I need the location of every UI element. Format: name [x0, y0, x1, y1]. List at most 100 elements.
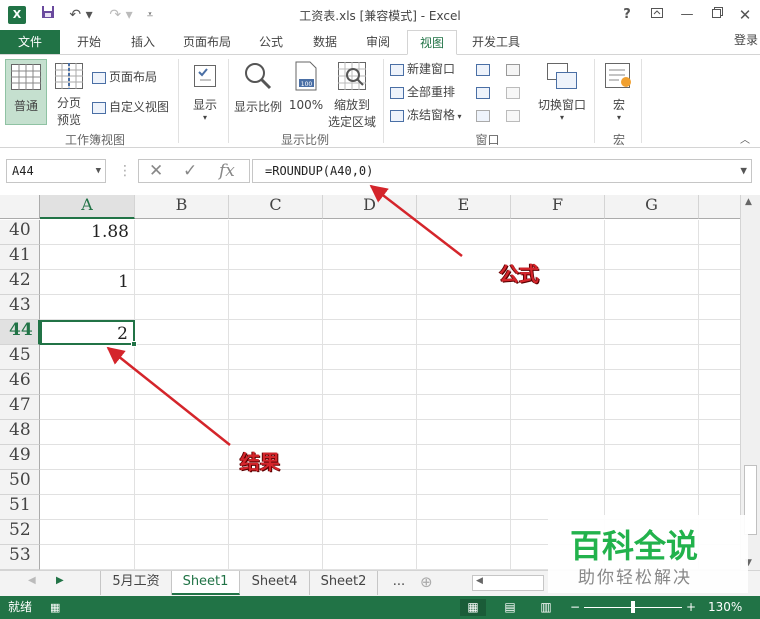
grid-cell[interactable]	[229, 245, 323, 270]
grid-cell[interactable]	[417, 245, 511, 270]
grid-cell[interactable]	[135, 445, 229, 470]
view-side-by-side-button[interactable]	[506, 59, 523, 79]
tab-formulas[interactable]: 公式	[250, 30, 292, 54]
zoom-in-icon[interactable]: +	[686, 599, 696, 616]
grid-cell[interactable]	[135, 220, 229, 245]
grid-cell[interactable]: 1	[40, 270, 135, 295]
sheet-tab-sheet1[interactable]: Sheet1	[172, 571, 240, 595]
name-box[interactable]: A44 ▼	[6, 159, 106, 183]
grid-cell[interactable]	[135, 520, 229, 545]
grid-cell[interactable]	[605, 470, 699, 495]
zoom-slider-thumb[interactable]	[631, 601, 635, 613]
row-header[interactable]: 45	[0, 345, 40, 370]
horizontal-scrollbar[interactable]: ◀	[472, 575, 544, 591]
tab-review[interactable]: 审阅	[357, 30, 399, 54]
sync-scroll-button[interactable]	[506, 82, 523, 102]
grid-cell[interactable]	[605, 220, 699, 245]
tab-file[interactable]: 文件	[0, 30, 60, 54]
grid-cell[interactable]	[40, 545, 135, 570]
grid-cell[interactable]	[323, 520, 417, 545]
grid-cell[interactable]	[135, 545, 229, 570]
grid-cell[interactable]	[40, 420, 135, 445]
minimize-icon[interactable]: —	[674, 4, 700, 26]
grid-cell[interactable]	[699, 420, 740, 445]
grid-cell[interactable]	[605, 345, 699, 370]
collapse-ribbon-icon[interactable]: ︿	[740, 131, 750, 146]
scroll-left-icon[interactable]: ◀	[476, 576, 483, 586]
vertical-scrollbar[interactable]: ▲ ▼	[740, 195, 760, 570]
switch-windows-button[interactable]: 切换窗口 ▾	[534, 59, 590, 125]
prev-sheet-icon[interactable]: ◀	[28, 575, 36, 586]
grid-cell[interactable]	[699, 295, 740, 320]
row-header[interactable]: 40	[0, 220, 40, 245]
insert-function-icon[interactable]: fx	[219, 161, 235, 181]
grid-cell[interactable]	[417, 295, 511, 320]
grid-cell[interactable]	[417, 345, 511, 370]
grid-cell[interactable]	[511, 420, 605, 445]
tab-insert[interactable]: 插入	[122, 30, 164, 54]
grid-cell[interactable]	[229, 495, 323, 520]
page-break-status-icon[interactable]: ▥	[536, 599, 556, 616]
grid-cell[interactable]	[40, 295, 135, 320]
column-header-e[interactable]: E	[417, 195, 511, 219]
column-header-g[interactable]: G	[605, 195, 699, 219]
hide-button[interactable]	[476, 82, 493, 102]
grid-cell[interactable]	[323, 395, 417, 420]
grid-cell[interactable]	[511, 320, 605, 345]
new-window-button[interactable]: 新建窗口	[390, 59, 455, 79]
grid-cell[interactable]	[323, 345, 417, 370]
grid-cell[interactable]	[135, 270, 229, 295]
sheet-tab-sheet4[interactable]: Sheet4	[240, 571, 310, 595]
grid-cell[interactable]	[135, 345, 229, 370]
grid-cell[interactable]	[699, 470, 740, 495]
row-header[interactable]: 44	[0, 320, 40, 345]
page-layout-view-button[interactable]: 页面布局	[92, 67, 157, 87]
grid-cell[interactable]	[323, 545, 417, 570]
grid-cell[interactable]	[135, 420, 229, 445]
column-header-a[interactable]: A	[40, 195, 135, 219]
row-header[interactable]: 50	[0, 470, 40, 495]
grid-cell[interactable]	[229, 220, 323, 245]
row-header[interactable]: 42	[0, 270, 40, 295]
grid-cell[interactable]	[135, 495, 229, 520]
scroll-up-icon[interactable]: ▲	[745, 197, 752, 207]
custom-views-button[interactable]: 自定义视图	[92, 97, 169, 117]
enter-icon[interactable]: ✓	[183, 161, 197, 181]
grid-cell[interactable]	[135, 370, 229, 395]
column-header-b[interactable]: B	[135, 195, 229, 219]
grid-cell[interactable]	[511, 345, 605, 370]
grid-cell[interactable]	[699, 370, 740, 395]
grid-cell[interactable]	[135, 470, 229, 495]
grid-cell[interactable]	[699, 445, 740, 470]
column-header-c[interactable]: C	[229, 195, 323, 219]
grid-cell[interactable]	[229, 395, 323, 420]
row-header[interactable]: 49	[0, 445, 40, 470]
grid-cell[interactable]	[699, 245, 740, 270]
new-sheet-icon[interactable]: ⊕	[420, 573, 433, 591]
grid-cell[interactable]	[40, 395, 135, 420]
row-header[interactable]: 46	[0, 370, 40, 395]
tab-developer[interactable]: 开发工具	[464, 30, 528, 54]
grid-cell[interactable]	[605, 295, 699, 320]
expand-formula-icon[interactable]: ▼	[740, 160, 747, 182]
freeze-panes-button[interactable]: 冻结窗格 ▾	[390, 105, 462, 125]
grid-cell[interactable]	[135, 395, 229, 420]
grid-cell[interactable]	[323, 495, 417, 520]
grid-cell[interactable]	[40, 370, 135, 395]
active-cell[interactable]: 2	[40, 320, 135, 345]
grid-cell[interactable]	[417, 220, 511, 245]
grid-cell[interactable]	[605, 420, 699, 445]
grid-cell[interactable]	[229, 345, 323, 370]
grid-cell[interactable]	[135, 320, 229, 345]
grid-cell[interactable]	[229, 520, 323, 545]
tab-data[interactable]: 数据	[304, 30, 346, 54]
grid-cell[interactable]	[417, 545, 511, 570]
grid-cell[interactable]	[135, 295, 229, 320]
zoom-level[interactable]: 130%	[708, 599, 742, 616]
select-all-corner[interactable]	[0, 195, 40, 219]
tab-home[interactable]: 开始	[68, 30, 110, 54]
grid-cell[interactable]	[511, 395, 605, 420]
grid-cell[interactable]	[323, 220, 417, 245]
grid-cell[interactable]	[323, 320, 417, 345]
unhide-button[interactable]	[476, 105, 493, 125]
